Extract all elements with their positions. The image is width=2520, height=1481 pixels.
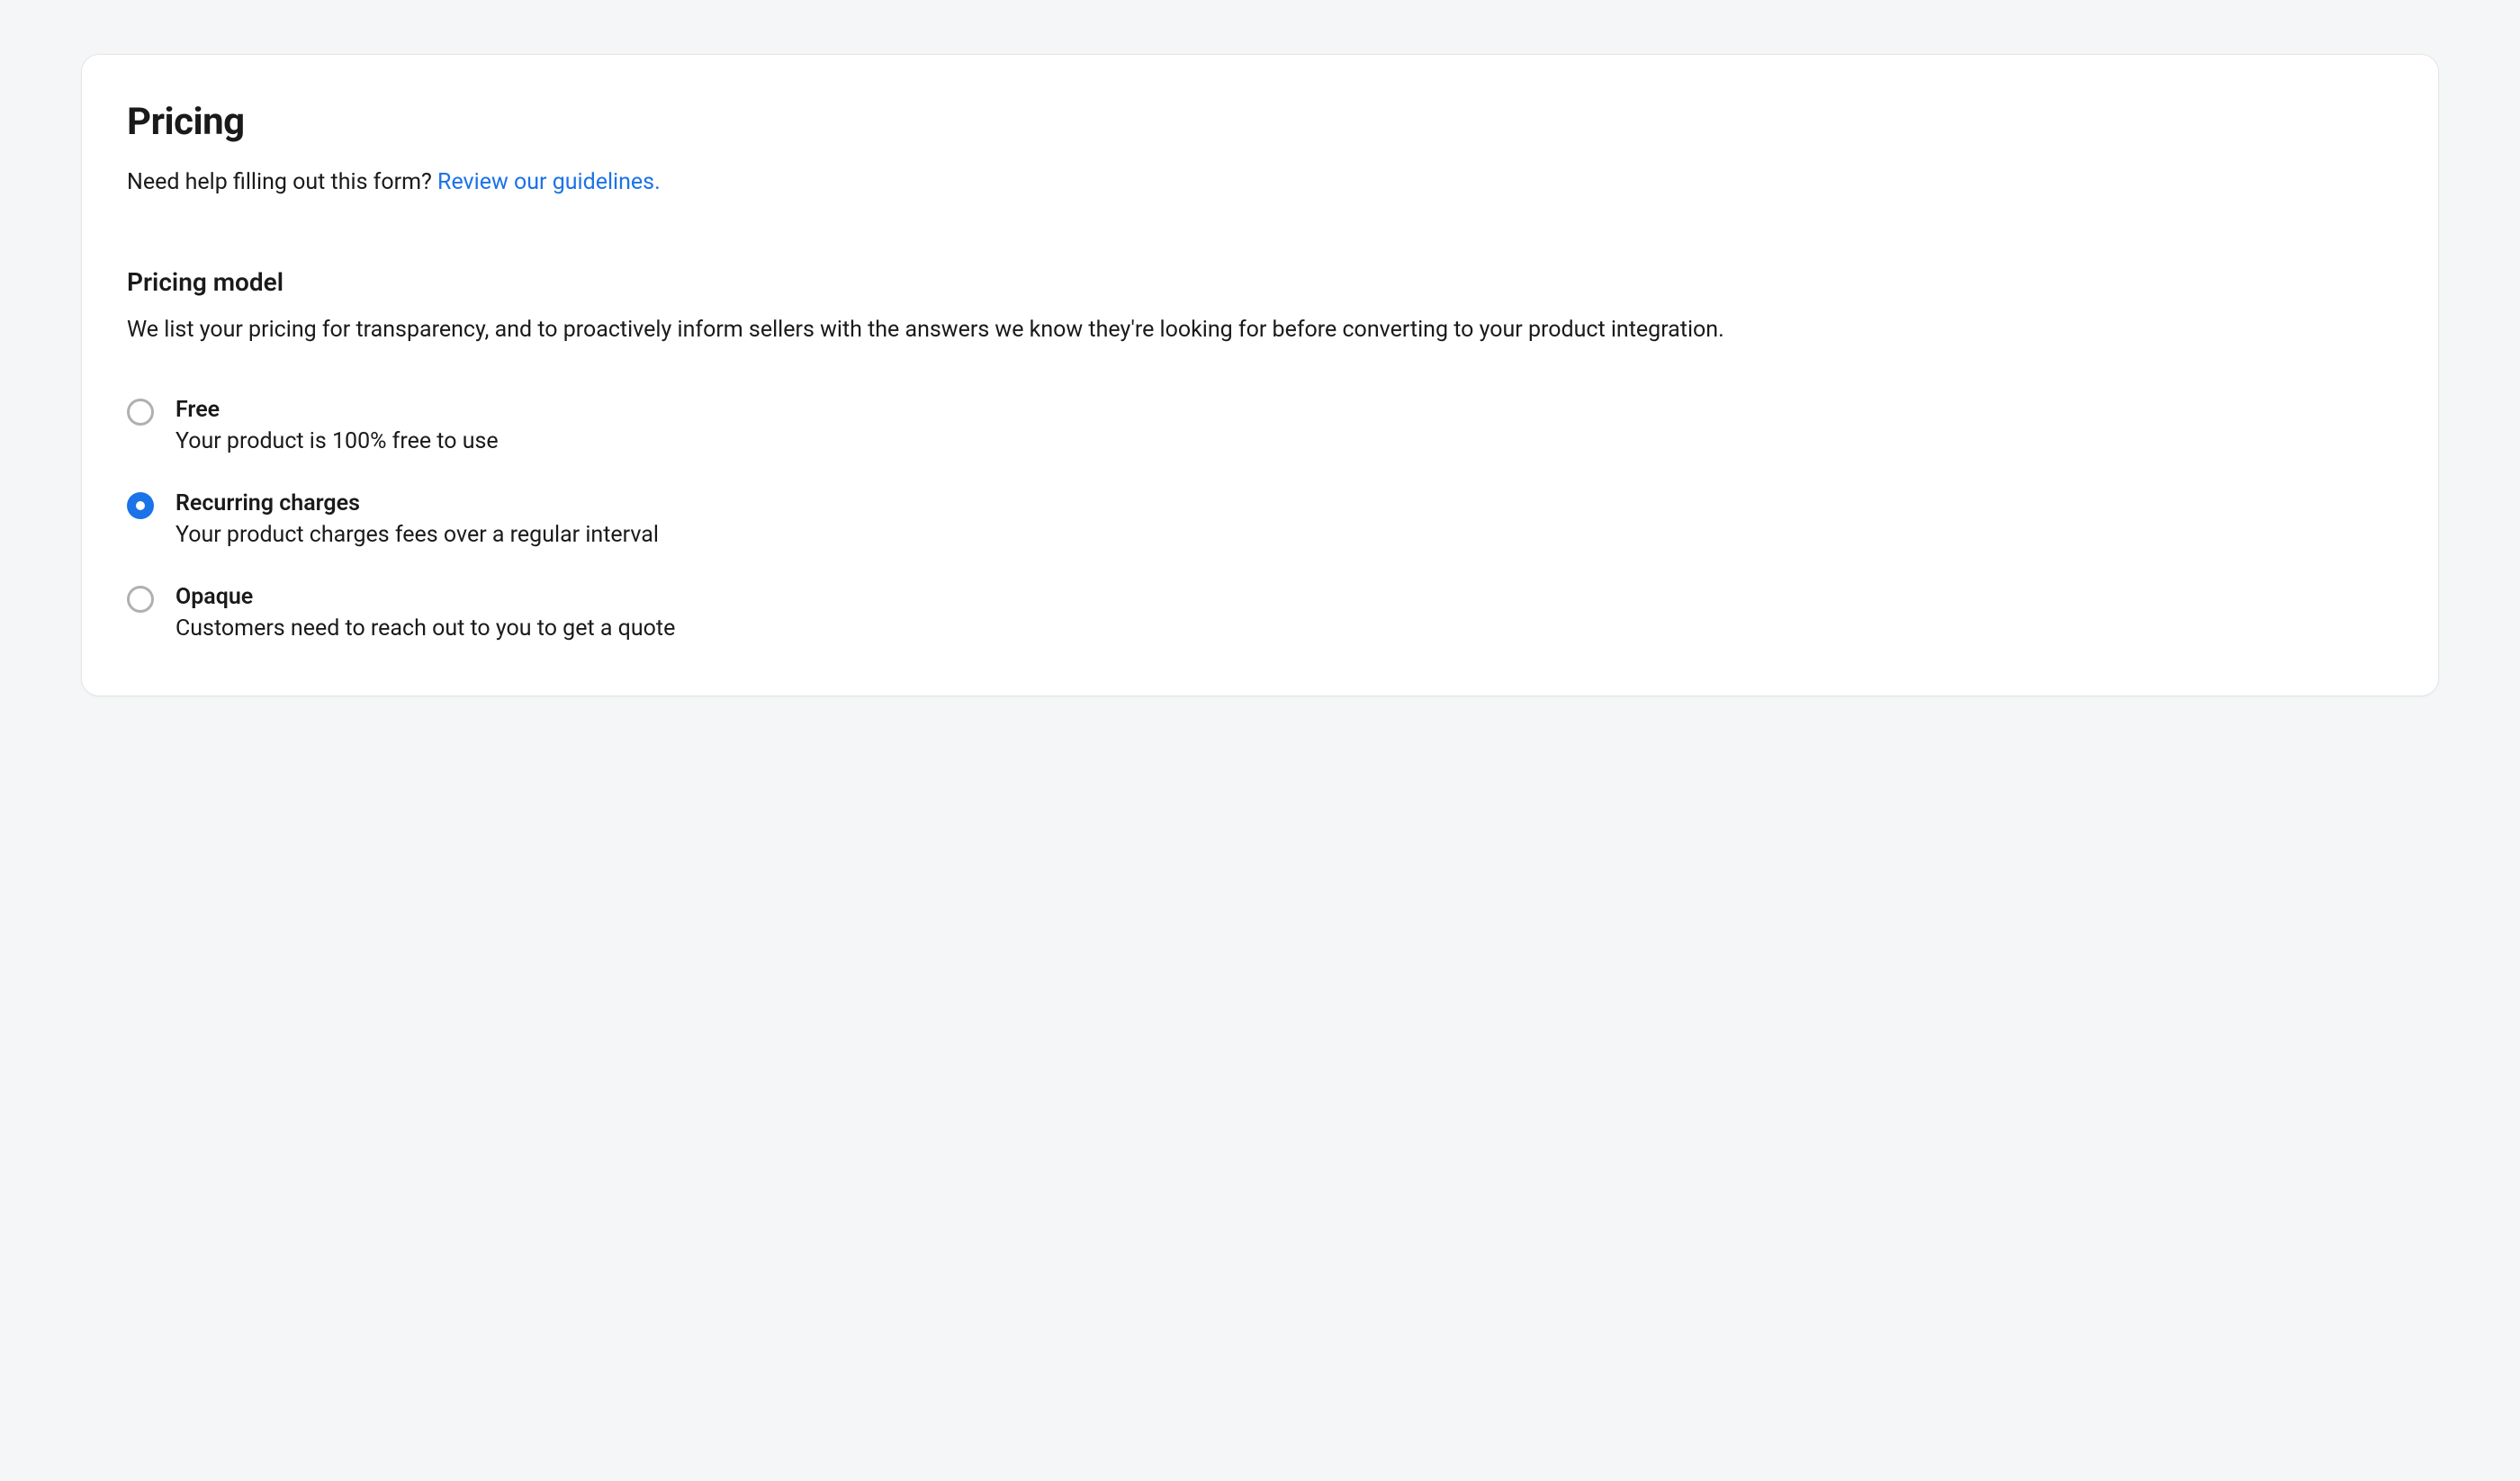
- radio-description: Your product charges fees over a regular…: [176, 522, 659, 548]
- radio-label: Free: [176, 397, 499, 423]
- radio-content: Free Your product is 100% free to use: [176, 397, 499, 454]
- page-title: Pricing: [127, 100, 2393, 144]
- radio-option-opaque[interactable]: Opaque Customers need to reach out to yo…: [127, 584, 2393, 642]
- radio-option-free[interactable]: Free Your product is 100% free to use: [127, 397, 2393, 454]
- radio-label: Recurring charges: [176, 490, 659, 516]
- help-text-prefix: Need help filling out this form?: [127, 169, 437, 195]
- radio-icon: [127, 586, 154, 613]
- radio-option-recurring-charges[interactable]: Recurring charges Your product charges f…: [127, 490, 2393, 548]
- radio-icon: [127, 399, 154, 426]
- radio-description: Your product is 100% free to use: [176, 428, 499, 454]
- pricing-model-radio-group: Free Your product is 100% free to use Re…: [127, 397, 2393, 642]
- help-text: Need help filling out this form? Review …: [127, 169, 2393, 195]
- radio-icon: [127, 492, 154, 519]
- radio-content: Opaque Customers need to reach out to yo…: [176, 584, 675, 642]
- pricing-card: Pricing Need help filling out this form?…: [81, 54, 2439, 696]
- section-description: We list your pricing for transparency, a…: [127, 313, 2393, 347]
- review-guidelines-link[interactable]: Review our guidelines.: [437, 169, 661, 195]
- radio-content: Recurring charges Your product charges f…: [176, 490, 659, 548]
- section-title-pricing-model: Pricing model: [127, 267, 2393, 297]
- radio-description: Customers need to reach out to you to ge…: [176, 615, 675, 642]
- radio-label: Opaque: [176, 584, 675, 610]
